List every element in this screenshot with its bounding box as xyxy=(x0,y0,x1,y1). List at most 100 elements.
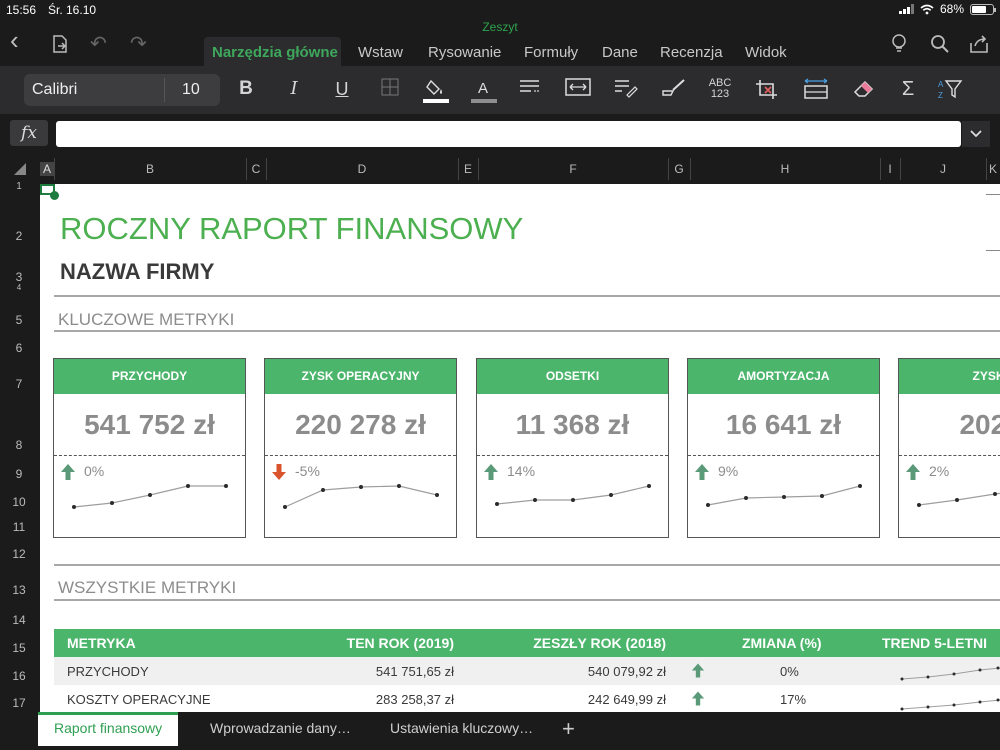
row-header[interactable]: 10 xyxy=(0,495,38,509)
selection-handle[interactable] xyxy=(50,191,59,200)
align-icon[interactable] xyxy=(516,78,544,100)
column-headers: A B C D E F G H I J K xyxy=(0,154,1000,184)
row-header[interactable]: 6 xyxy=(0,341,38,355)
column-header-d[interactable]: D xyxy=(266,162,458,176)
row-header[interactable]: 17 xyxy=(0,696,38,710)
table-header-this-year: TEN ROK (2019) xyxy=(346,635,454,651)
sparkline xyxy=(706,484,862,507)
row-header[interactable]: 14 xyxy=(0,613,38,627)
add-sheet-icon[interactable]: + xyxy=(562,716,575,742)
kpi-card-depreciation: AMORTYZACJA 16 641 zł 9% xyxy=(687,358,880,538)
table-row[interactable]: PRZYCHODY 541 751,65 zł 540 079,92 zł 0% xyxy=(54,657,1000,685)
sheet-tab-financial-report[interactable]: Raport finansowy xyxy=(38,712,179,746)
borders-icon[interactable] xyxy=(376,78,404,101)
select-all-corner[interactable] xyxy=(14,163,26,175)
lightbulb-icon[interactable] xyxy=(890,34,908,58)
underline-button[interactable]: U xyxy=(328,78,356,100)
sparkline xyxy=(917,492,1000,507)
table-header-change: ZMIANA (%) xyxy=(742,635,822,651)
fill-color-icon[interactable] xyxy=(422,78,450,109)
formula-bar: fx xyxy=(0,114,1000,154)
kpi-card-value: 541 752 zł xyxy=(84,409,215,440)
font-color-icon[interactable]: A xyxy=(470,78,498,109)
bold-button[interactable]: B xyxy=(232,78,260,100)
arrow-up-icon xyxy=(695,464,709,480)
row-header[interactable]: 3 xyxy=(0,270,38,284)
sheet-tab-key-settings[interactable]: Ustawienia kluczowy… xyxy=(374,712,549,746)
kpi-card-title: ZYSK OPERACYJNY xyxy=(265,359,456,394)
font-name-field[interactable]: Calibri xyxy=(32,81,77,99)
column-header-h[interactable]: H xyxy=(690,162,880,176)
file-icon[interactable] xyxy=(50,34,70,58)
merge-cells-icon[interactable] xyxy=(564,78,592,101)
formula-input[interactable] xyxy=(56,121,961,147)
divider-line xyxy=(54,599,1000,601)
row-header[interactable]: 13 xyxy=(0,583,38,597)
kpi-card-interest: ODSETKI 11 368 zł 14% xyxy=(476,358,669,538)
autosum-button[interactable]: Σ xyxy=(894,78,922,100)
row-header[interactable]: 1 xyxy=(0,181,38,192)
font-size-field[interactable]: 10 xyxy=(182,81,200,99)
status-bar: 15:56 Śr. 16.10 68% xyxy=(0,0,1000,20)
tab-formuly[interactable]: Formuły xyxy=(524,44,578,61)
column-header-e[interactable]: E xyxy=(458,162,478,176)
arrow-up-icon xyxy=(61,464,75,480)
tab-rysowanie[interactable]: Rysowanie xyxy=(428,44,501,61)
kpi-card-title: PRZYCHODY xyxy=(54,359,245,394)
row-this-year: 541 751,65 zł xyxy=(375,664,454,679)
row-header[interactable]: 9 xyxy=(0,467,38,481)
arrow-down-icon xyxy=(272,464,286,480)
row-header[interactable]: 16 xyxy=(0,669,38,683)
search-icon[interactable] xyxy=(930,34,950,58)
tab-recenzja[interactable]: Recenzja xyxy=(660,44,723,61)
column-header-g[interactable]: G xyxy=(668,162,690,176)
row-header[interactable]: 2 xyxy=(0,229,38,243)
font-selector[interactable]: Calibri 10 xyxy=(24,74,220,106)
metrics-table-header: METRYKA TEN ROK (2019) ZESZŁY ROK (2018)… xyxy=(54,629,1000,657)
row-header[interactable]: 4 xyxy=(0,283,38,292)
sparkline xyxy=(72,484,228,509)
row-header[interactable]: 7 xyxy=(0,377,38,391)
share-icon[interactable] xyxy=(968,34,990,58)
number-format-button[interactable]: ABC 123 xyxy=(706,78,734,100)
column-header-a[interactable]: A xyxy=(40,162,54,176)
table-row[interactable]: KOSZTY OPERACYJNE 283 258,37 zł 242 649,… xyxy=(54,685,1000,712)
status-right: 68% xyxy=(898,2,996,16)
tab-dane[interactable]: Dane xyxy=(602,44,638,61)
column-header-i[interactable]: I xyxy=(880,162,900,176)
wifi-icon xyxy=(920,4,934,14)
document-title: Zeszyt xyxy=(482,20,518,34)
sort-filter-icon[interactable]: AZ xyxy=(936,78,964,105)
clear-eraser-icon[interactable] xyxy=(850,78,878,103)
kpi-card-divider xyxy=(688,455,879,456)
tab-narzedzia-glowne[interactable]: Narzędzia główne xyxy=(212,44,338,61)
redo-icon[interactable]: ↷ xyxy=(130,34,147,54)
column-header-f[interactable]: F xyxy=(478,162,668,176)
row-header[interactable]: 15 xyxy=(0,641,38,655)
row-header[interactable]: 11 xyxy=(0,520,38,534)
delete-cells-icon[interactable] xyxy=(754,78,782,105)
status-date: Śr. 16.10 xyxy=(48,3,97,17)
column-header-j[interactable]: J xyxy=(900,162,986,176)
worksheet[interactable]: ROCZNY RAPORT FINANSOWY NAZWA FIRMY KLUC… xyxy=(40,184,1000,712)
kpi-card-net-profit: ZYSK N 202 4 2% xyxy=(898,358,1000,538)
row-header[interactable]: 12 xyxy=(0,547,38,561)
italic-button[interactable]: I xyxy=(280,78,308,100)
column-header-c[interactable]: C xyxy=(246,162,266,176)
wrap-text-icon[interactable] xyxy=(612,78,640,103)
tab-wstaw[interactable]: Wstaw xyxy=(358,44,403,61)
column-header-k[interactable]: K xyxy=(986,162,1000,176)
chevron-down-icon[interactable] xyxy=(962,121,990,147)
kpi-card-change: 14% xyxy=(507,463,536,479)
column-header-b[interactable]: B xyxy=(54,162,246,176)
row-header[interactable]: 5 xyxy=(0,313,38,327)
undo-icon[interactable]: ↶ xyxy=(90,34,107,54)
format-painter-icon[interactable] xyxy=(660,78,688,103)
column-width-icon[interactable] xyxy=(802,78,830,105)
tab-widok[interactable]: Widok xyxy=(745,44,787,61)
back-icon[interactable]: ‹ xyxy=(10,27,19,53)
row-metric: PRZYCHODY xyxy=(67,664,149,679)
function-button[interactable]: fx xyxy=(10,120,48,146)
row-header[interactable]: 8 xyxy=(0,438,38,452)
sheet-tab-data-entry[interactable]: Wprowadzanie dany… xyxy=(194,712,367,746)
